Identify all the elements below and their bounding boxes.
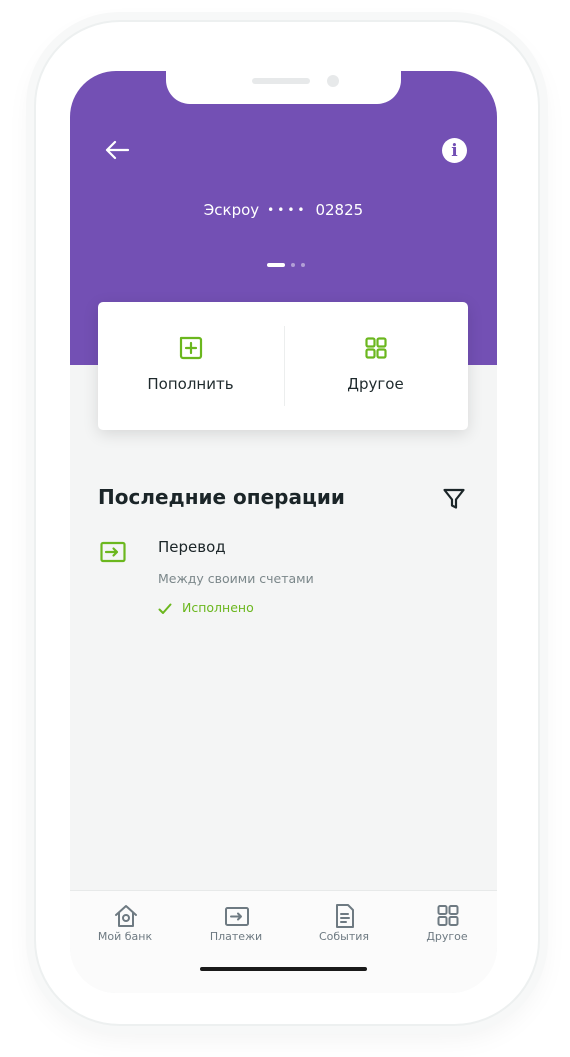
other-button[interactable]: Другое [283, 302, 468, 430]
transfer-icon [100, 541, 126, 563]
app-screen: i Эскроу •••• 02825 Пополнить Другое Пос… [70, 71, 497, 993]
account-number: 02825 [315, 201, 364, 219]
back-button[interactable] [102, 135, 132, 165]
tab-events[interactable]: События [291, 891, 397, 951]
check-icon [158, 603, 172, 614]
operation-title: Перевод [158, 538, 226, 556]
tab-other-label: Другое [426, 930, 468, 943]
recent-operations-title: Последние операции [98, 485, 345, 509]
tab-my-bank[interactable]: Мой банк [72, 891, 178, 951]
payments-icon [225, 907, 249, 926]
pager-dot [301, 263, 305, 267]
grid-icon [365, 337, 387, 359]
tab-my-bank-label: Мой банк [97, 930, 153, 943]
pager-dot-active [267, 263, 285, 267]
document-icon [336, 904, 354, 928]
filter-button[interactable] [442, 487, 466, 511]
speaker [252, 78, 310, 84]
filter-icon [443, 488, 465, 509]
home-indicator [200, 967, 367, 971]
bottom-tab-bar: Мой банк Платежи События Другое [70, 890, 497, 993]
operation-subtitle: Между своими счетами [158, 571, 314, 586]
tab-payments-label: Платежи [209, 930, 263, 943]
tab-events-label: События [318, 930, 370, 943]
account-name: Эскроу [203, 201, 260, 219]
pager-dot [291, 263, 295, 267]
top-up-label: Пополнить [147, 375, 234, 393]
top-up-button[interactable]: Пополнить [98, 302, 283, 430]
info-icon: i [451, 141, 458, 161]
operation-status-label: Исполнено [182, 600, 254, 615]
actions-card: Пополнить Другое [98, 302, 468, 430]
info-button[interactable]: i [442, 138, 467, 163]
plus-square-icon [179, 336, 203, 360]
tab-other[interactable]: Другое [394, 891, 497, 951]
grid-icon [437, 905, 459, 926]
arrow-left-icon [105, 140, 130, 160]
device-notch [166, 71, 401, 104]
other-label: Другое [347, 375, 404, 393]
home-icon [115, 905, 137, 927]
account-title: Эскроу •••• 02825 [70, 201, 497, 219]
tab-payments[interactable]: Платежи [183, 891, 289, 951]
account-mask: •••• [267, 203, 308, 217]
camera [327, 75, 339, 87]
